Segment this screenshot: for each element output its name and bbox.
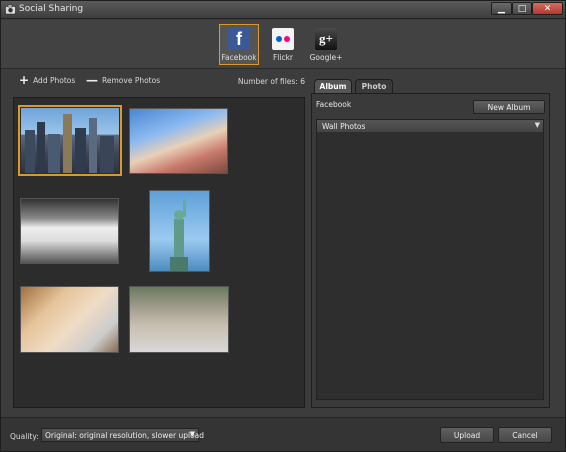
album-dropdown[interactable]: Wall Photos ▼ <box>316 119 544 133</box>
photo-thumbnail-street-stroller[interactable] <box>129 286 229 353</box>
album-panel: Facebook New Album Wall Photos ▼ <box>311 93 550 408</box>
minimize-button[interactable]: ▁ <box>491 2 512 15</box>
album-list[interactable] <box>316 132 544 400</box>
photo-thumbnail-cafe[interactable] <box>20 198 119 264</box>
minus-icon: — <box>86 73 98 87</box>
social-sharing-window: Social Sharing ▁ □ ✕ f Facebook Flickr g… <box>0 0 566 452</box>
photo-image <box>130 287 228 352</box>
remove-photos-label: Remove Photos <box>102 75 161 85</box>
facebook-icon: f <box>228 28 250 50</box>
close-button[interactable]: ✕ <box>532 2 563 15</box>
minimize-icon: ▁ <box>498 3 505 14</box>
service-label: Facebook <box>221 53 257 62</box>
maximize-button[interactable]: □ <box>512 2 532 15</box>
title-bar[interactable]: Social Sharing ▁ □ ✕ <box>1 1 565 19</box>
quality-dropdown[interactable]: Original: original resolution, slower up… <box>41 428 204 442</box>
cancel-button[interactable]: Cancel <box>498 427 552 443</box>
close-icon: ✕ <box>543 3 552 14</box>
photo-thumbnail-beach-friends[interactable] <box>129 108 228 174</box>
chevron-down-icon: ▼ <box>534 121 540 129</box>
photo-image <box>130 109 227 173</box>
flickr-icon <box>272 28 294 50</box>
album-dropdown-value: Wall Photos <box>322 121 366 131</box>
photo-thumbnail-family-lunch[interactable] <box>20 286 119 353</box>
service-account-label: Facebook <box>316 100 352 109</box>
photo-image <box>21 108 119 173</box>
remove-photos-button[interactable]: — Remove Photos <box>86 73 161 87</box>
photo-image <box>21 199 118 263</box>
upload-button[interactable]: Upload <box>440 427 494 443</box>
service-bar: f Facebook Flickr g+ Google+ <box>1 20 565 69</box>
maximize-icon: □ <box>517 3 527 14</box>
tab-album[interactable]: Album <box>314 79 352 93</box>
camera-icon <box>5 4 16 15</box>
photo-image <box>150 191 209 271</box>
service-google-plus[interactable]: g+ Google+ <box>306 24 346 65</box>
service-facebook[interactable]: f Facebook <box>219 24 259 65</box>
quality-label: Quality: <box>10 432 39 441</box>
add-photos-button[interactable]: + Add Photos <box>19 73 76 87</box>
service-flickr[interactable]: Flickr <box>263 24 303 65</box>
window-title: Social Sharing <box>19 4 84 14</box>
service-label: Flickr <box>272 53 294 62</box>
photo-thumbnail-city-skyline[interactable] <box>18 105 122 176</box>
google-plus-icon: g+ <box>315 28 337 50</box>
bottom-bar: Quality: Original: original resolution, … <box>1 417 565 451</box>
photo-grid[interactable] <box>13 97 305 408</box>
photo-toolbar: + Add Photos — Remove Photos Number of f… <box>13 73 305 91</box>
chevron-down-icon: ▼ <box>189 430 195 438</box>
photo-thumbnail-statue-of-liberty[interactable] <box>149 190 210 272</box>
service-label: Google+ <box>309 53 343 62</box>
new-album-button[interactable]: New Album <box>473 100 545 114</box>
file-count: Number of files: 6 <box>237 77 305 86</box>
skyline-graphic <box>25 114 114 173</box>
photo-image <box>21 287 118 352</box>
plus-icon: + <box>19 73 30 87</box>
tab-photo[interactable]: Photo <box>355 79 393 93</box>
add-photos-label: Add Photos <box>33 75 76 85</box>
statue-graphic <box>170 199 188 271</box>
quality-dropdown-value: Original: original resolution, slower up… <box>45 430 205 440</box>
